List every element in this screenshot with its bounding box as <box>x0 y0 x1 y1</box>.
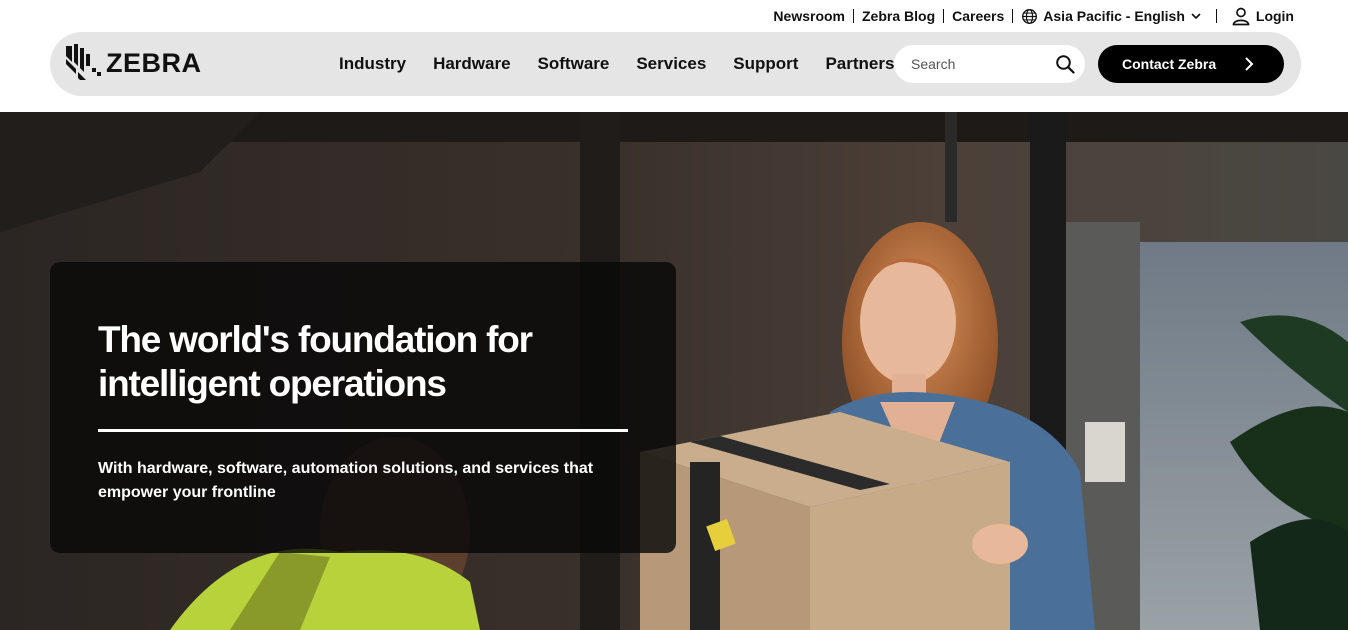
nav-item-support[interactable]: Support <box>733 54 798 74</box>
region-label: Asia Pacific - English <box>1043 8 1185 24</box>
search-input[interactable] <box>911 56 1051 72</box>
zebra-head-icon <box>66 44 101 80</box>
nav-item-partners[interactable]: Partners <box>825 54 894 74</box>
utility-links: Newsroom Zebra Blog Careers Asia Pacific… <box>773 6 1294 26</box>
login-link[interactable]: Login <box>1231 6 1294 26</box>
nav-menu: Industry Hardware Software Services Supp… <box>339 32 921 96</box>
divider <box>98 429 628 432</box>
hero-title: The world's foundation for intelligent o… <box>98 319 533 404</box>
nav-item-industry[interactable]: Industry <box>339 54 406 74</box>
search-button[interactable] <box>1055 54 1075 74</box>
search-icon <box>1056 55 1075 74</box>
region-selector[interactable]: Asia Pacific - English <box>1021 8 1202 25</box>
divider <box>943 9 945 23</box>
divider <box>853 9 854 23</box>
chevron-down-icon <box>1191 13 1201 20</box>
divider <box>1012 9 1014 23</box>
hero-section: The world's foundation for intelligent o… <box>0 112 1348 630</box>
nav-item-software[interactable]: Software <box>538 54 610 74</box>
zebra-logo[interactable]: ZEBRA <box>64 42 202 84</box>
hero-subtitle: With hardware, software, automation solu… <box>98 460 594 501</box>
newsroom-link[interactable]: Newsroom <box>773 8 845 24</box>
nav-item-hardware[interactable]: Hardware <box>433 54 510 74</box>
contact-label: Contact Zebra <box>1122 56 1217 72</box>
login-label: Login <box>1255 8 1294 24</box>
careers-link[interactable]: Careers <box>952 8 1004 24</box>
hero-card: The world's foundation for intelligent o… <box>50 262 676 553</box>
chevron-right-icon <box>1245 57 1254 71</box>
utility-bar: Newsroom Zebra Blog Careers Asia Pacific… <box>0 0 1348 32</box>
search-box <box>894 45 1085 83</box>
zebra-blog-link[interactable]: Zebra Blog <box>862 8 935 24</box>
contact-zebra-button[interactable]: Contact Zebra <box>1098 45 1284 83</box>
globe-icon <box>1022 8 1038 24</box>
logo-text: ZEBRA <box>106 47 202 78</box>
nav-item-services[interactable]: Services <box>636 54 706 74</box>
main-nav: ZEBRA Industry Hardware Software Service… <box>50 32 1301 96</box>
user-icon <box>1232 7 1250 26</box>
divider <box>1215 9 1217 23</box>
